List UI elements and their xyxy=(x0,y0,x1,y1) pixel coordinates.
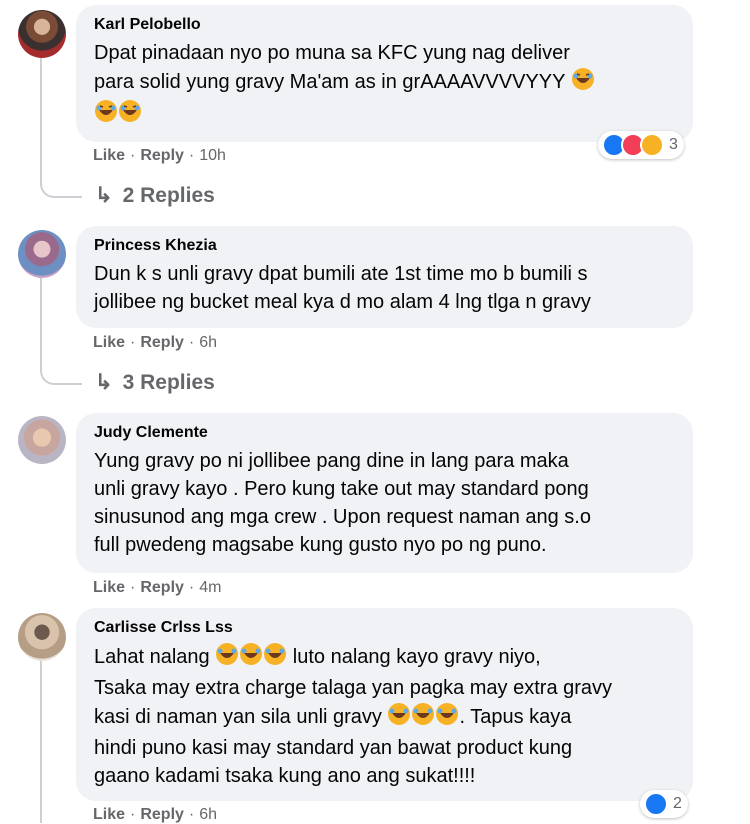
reaction-summary[interactable]: 3 xyxy=(598,131,684,159)
laughing-emoji-icon xyxy=(263,642,287,674)
laughing-emoji-icon xyxy=(411,702,435,734)
comment-text: Dpat pinadaan nyo po muna sa KFC yung na… xyxy=(94,39,675,131)
comment-text: Yung gravy po ni jollibee pang dine in l… xyxy=(94,450,591,556)
like-link[interactable]: Like xyxy=(93,147,125,164)
separator: · xyxy=(130,147,136,164)
separator: · xyxy=(188,147,195,164)
separator: · xyxy=(188,579,195,596)
reply-link[interactable]: Reply xyxy=(140,147,184,164)
comment-author[interactable]: Judy Clemente xyxy=(94,423,675,443)
view-replies-link[interactable]: ↳ 3 Replies xyxy=(95,370,215,395)
comment-actions: Like · Reply · 6h xyxy=(93,806,217,824)
thread-line xyxy=(40,278,42,360)
laughing-emoji-icon xyxy=(118,99,142,131)
view-replies-link[interactable]: ↳ 2 Replies xyxy=(95,183,215,208)
reply-arrow-icon: ↳ xyxy=(95,371,113,394)
reply-connector xyxy=(40,168,82,198)
comment-text: Lahat nalang luto nalang kayo gravy niyo… xyxy=(94,642,675,790)
like-link[interactable]: Like xyxy=(93,579,125,596)
comment-author[interactable]: Princess Khezia xyxy=(94,236,675,256)
avatar[interactable] xyxy=(18,613,66,661)
comment-author[interactable]: Karl Pelobello xyxy=(94,15,675,35)
avatar[interactable] xyxy=(18,10,66,58)
reply-link[interactable]: Reply xyxy=(140,806,184,823)
reaction-summary[interactable]: 2 xyxy=(640,790,688,818)
timestamp[interactable]: 6h xyxy=(199,806,217,823)
separator: · xyxy=(130,334,136,351)
separator: · xyxy=(130,806,136,823)
haha-icon xyxy=(640,133,664,157)
like-link[interactable]: Like xyxy=(93,334,125,351)
separator: · xyxy=(188,806,195,823)
laughing-emoji-icon xyxy=(239,642,263,674)
reaction-count: 3 xyxy=(669,136,678,153)
comment-bubble: Carlisse Crlss Lss Lahat nalang luto nal… xyxy=(76,608,693,801)
laughing-emoji-icon xyxy=(94,99,118,131)
replies-label: 2 Replies xyxy=(122,184,215,207)
timestamp[interactable]: 4m xyxy=(199,579,221,596)
reaction-count: 2 xyxy=(673,795,682,812)
reply-connector xyxy=(40,355,82,385)
comment-bubble: Princess Khezia Dun k s unli gravy dpat … xyxy=(76,226,693,328)
timestamp[interactable]: 10h xyxy=(199,147,226,164)
comment-bubble: Karl Pelobello Dpat pinadaan nyo po muna… xyxy=(76,5,693,142)
laughing-emoji-icon xyxy=(387,702,411,734)
thread-line xyxy=(40,58,42,173)
comment-text: Dun k s unli gravy dpat bumili ate 1st t… xyxy=(94,263,591,313)
separator: · xyxy=(188,334,195,351)
like-link[interactable]: Like xyxy=(93,806,125,823)
timestamp[interactable]: 6h xyxy=(199,334,217,351)
comment-author[interactable]: Carlisse Crlss Lss xyxy=(94,618,675,638)
comment-actions: Like · Reply · 4m xyxy=(93,579,221,597)
reply-link[interactable]: Reply xyxy=(140,579,184,596)
separator: · xyxy=(130,579,136,596)
reply-link[interactable]: Reply xyxy=(140,334,184,351)
comment-actions: Like · Reply · 6h xyxy=(93,334,217,352)
comment-bubble: Judy Clemente Yung gravy po ni jollibee … xyxy=(76,413,693,573)
avatar[interactable] xyxy=(18,416,66,464)
laughing-emoji-icon xyxy=(215,642,239,674)
laughing-emoji-icon xyxy=(435,702,459,734)
avatar[interactable] xyxy=(18,230,66,278)
reply-arrow-icon: ↳ xyxy=(95,184,113,207)
comment-actions: Like · Reply · 10h xyxy=(93,147,226,165)
like-icon xyxy=(644,792,668,816)
thread-line xyxy=(40,660,42,823)
laughing-emoji-icon xyxy=(571,67,595,99)
replies-label: 3 Replies xyxy=(122,371,215,394)
